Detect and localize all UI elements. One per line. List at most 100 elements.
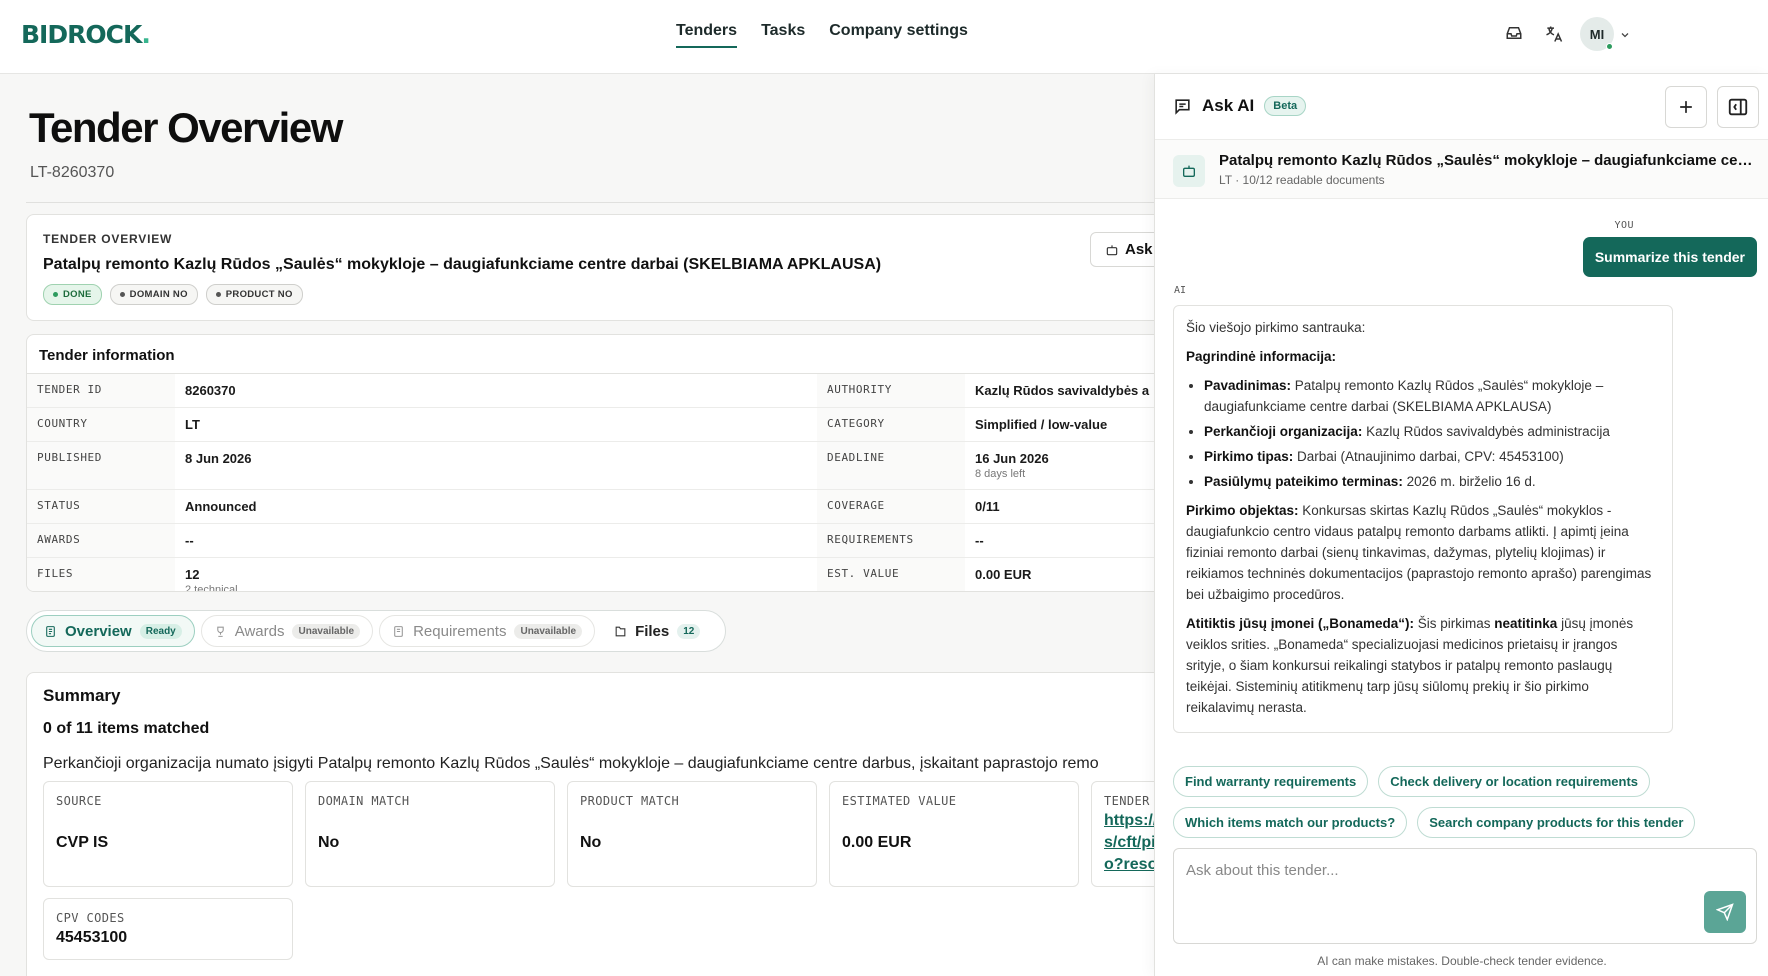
info-value: 8 Jun 2026 xyxy=(185,451,252,466)
tender-link[interactable]: https:// s/cft/pi o?reso xyxy=(1104,810,1155,876)
summary-value-card: ESTIMATED VALUE 0.00 EUR xyxy=(829,781,1079,887)
chip-search-products[interactable]: Search company products for this tender xyxy=(1417,807,1696,838)
info-grid: TENDER ID 8260370 AUTHORITY Kazlų Rūdos sav… xyxy=(27,373,1155,592)
status-badge-domain: DOMAIN NO xyxy=(109,284,198,305)
main-nav: Tenders Tasks Company settings xyxy=(676,22,968,48)
tender-overview-card: TENDER OVERVIEW Patalpų remonto Kazlų Rū… xyxy=(26,214,1155,321)
summary-product-card: PRODUCT MATCH No xyxy=(567,781,817,887)
info-heading: Tender information xyxy=(39,347,175,364)
info-value: 12 2 technical xyxy=(185,567,238,592)
inbox-icon[interactable] xyxy=(1505,24,1523,42)
nav-tenders[interactable]: Tenders xyxy=(676,22,738,48)
tender-title: Patalpų remonto Kazlų Rūdos „Saulės“ mok… xyxy=(43,256,882,273)
translate-icon[interactable] xyxy=(1544,24,1564,44)
bot-icon xyxy=(1106,244,1118,255)
trophy-icon xyxy=(216,626,224,637)
list-item: Perkančioji organizacija: Kazlų Rūdos sa… xyxy=(1204,421,1660,442)
logo[interactable]: BIDROCK. xyxy=(21,20,151,49)
tab-overview[interactable]: Overview Ready xyxy=(31,615,195,647)
you-label: YOU xyxy=(1614,220,1634,231)
summary-card: Summary 0 of 11 items matched Perkančioj… xyxy=(26,672,1155,976)
folder-icon xyxy=(615,626,626,636)
ask-ai-panel: Ask AI Beta Patalpų remonto Kazlų Rūdos … xyxy=(1154,74,1768,976)
info-key: STATUS xyxy=(27,490,175,523)
info-key: COUNTRY xyxy=(27,408,175,441)
nav-company-settings[interactable]: Company settings xyxy=(829,22,968,48)
info-row: TENDER ID 8260370 AUTHORITY Kazlų Rūdos sav… xyxy=(27,374,1155,408)
tender-information-card: Tender information TENDER ID 8260370 AUTHO… xyxy=(26,334,1155,592)
ai-response-intro: Šio viešojo pirkimo santrauka: xyxy=(1186,320,1366,335)
info-key: COVERAGE xyxy=(817,490,965,523)
info-value: Kazlų Rūdos savivaldybės a xyxy=(975,383,1150,398)
list-item: Pavadinimas: Patalpų remonto Kazlų Rūdos… xyxy=(1204,375,1660,417)
page-subtitle: LT-8260370 xyxy=(30,164,115,181)
summary-match-count: 0 of 11 items matched xyxy=(43,720,210,737)
list-item: Pasiūlymų pateikimo terminas: 2026 m. bi… xyxy=(1204,471,1660,492)
ai-response-list: Pavadinimas: Patalpų remonto Kazlų Rūdos… xyxy=(1186,375,1660,492)
tab-files[interactable]: Files 12 xyxy=(601,615,713,647)
info-value: 0.00 EUR xyxy=(975,567,1032,582)
info-key: FILES xyxy=(27,558,175,591)
info-row: FILES 12 2 technical EST. VALUE 0.00 EUR xyxy=(27,558,1155,592)
ai-response-heading: Pagrindinė informacija: xyxy=(1186,349,1337,364)
status-badge-product: PRODUCT NO xyxy=(205,284,303,305)
ai-panel-header: Ask AI Beta xyxy=(1173,96,1307,116)
info-key: AWARDS xyxy=(27,524,175,557)
list-item: Pirkimo tipas: Darbai (Atnaujinimo darba… xyxy=(1204,446,1660,467)
divider xyxy=(26,202,1155,203)
summary-domain-card: DOMAIN MATCH No xyxy=(305,781,555,887)
info-value: Announced xyxy=(185,499,257,514)
overview-eyebrow: TENDER OVERVIEW xyxy=(43,232,173,246)
top-bar: BIDROCK. Tenders Tasks Company settings … xyxy=(0,0,1768,74)
ask-input[interactable]: Ask about this tender... xyxy=(1173,848,1757,944)
beta-badge: Beta xyxy=(1264,96,1307,116)
info-row: PUBLISHED 8 Jun 2026 DEADLINE 16 Jun 2026 8 … xyxy=(27,442,1155,490)
tab-requirements[interactable]: Requirements Unavailable xyxy=(379,615,596,647)
new-chat-button[interactable] xyxy=(1665,86,1707,128)
avatar[interactable]: MI xyxy=(1580,17,1614,51)
summary-title: Summary xyxy=(43,686,121,705)
info-row: AWARDS -- REQUIREMENTS -- xyxy=(27,524,1155,558)
chat-icon xyxy=(1175,98,1190,115)
info-value: LT xyxy=(185,417,200,432)
collapse-panel-button[interactable] xyxy=(1717,86,1759,128)
info-value: -- xyxy=(975,533,984,548)
context-subtitle: LT · 10/12 readable documents xyxy=(1219,173,1385,187)
page-title: Tender Overview xyxy=(29,104,343,151)
list-icon xyxy=(394,625,403,637)
info-value: Simplified / low-value xyxy=(975,417,1108,432)
status-badges: DONE DOMAIN NO PRODUCT NO xyxy=(43,284,303,305)
tender-tabs: Overview Ready Awards Unavailable Requirem… xyxy=(26,610,726,652)
info-key: PUBLISHED xyxy=(27,442,175,489)
online-indicator xyxy=(1606,43,1613,50)
plus-icon xyxy=(1680,101,1692,113)
status-badge-done: DONE xyxy=(43,284,102,305)
info-key: AUTHORITY xyxy=(817,374,965,407)
info-key: EST. VALUE xyxy=(817,558,965,591)
ask-input-placeholder: Ask about this tender... xyxy=(1186,862,1339,879)
ai-response-fit: Atitiktis jūsų įmonei („Bonameda“): Šis … xyxy=(1186,616,1634,715)
ai-context-bar: Patalpų remonto Kazlų Rūdos „Saulės“ mok… xyxy=(1155,139,1768,199)
info-value: 0/11 xyxy=(975,499,1000,514)
panel-collapse-icon xyxy=(1728,98,1748,116)
chip-items-match[interactable]: Which items match our products? xyxy=(1173,807,1408,838)
ask-button[interactable]: Ask xyxy=(1090,232,1155,267)
tab-awards[interactable]: Awards Unavailable xyxy=(200,615,374,647)
info-value: -- xyxy=(185,533,194,548)
ai-response: Šio viešojo pirkimo santrauka: Pagrindin… xyxy=(1173,305,1673,733)
ai-response-object: Pirkimo objektas: Konkursas skirtas Kazl… xyxy=(1186,503,1652,602)
chevron-down-icon[interactable] xyxy=(1619,29,1631,41)
chip-delivery[interactable]: Check delivery or location requirements xyxy=(1378,766,1651,797)
send-button[interactable] xyxy=(1704,891,1746,933)
info-row: COUNTRY LT CATEGORY Simplified / low-value xyxy=(27,408,1155,442)
main-content: Tender Overview LT-8260370 TENDER OVERVI… xyxy=(0,74,1155,976)
info-key: CATEGORY xyxy=(817,408,965,441)
summary-cpv-card: CPV CODES 45453100 xyxy=(43,898,293,960)
ai-label: AI xyxy=(1174,285,1187,296)
ai-disclaimer: AI can make mistakes. Double-check tende… xyxy=(1317,954,1607,968)
suggestion-chips: Find warranty requirements Check deliver… xyxy=(1173,766,1763,838)
info-value: 8260370 xyxy=(185,383,236,398)
context-title: Patalpų remonto Kazlų Rūdos „Saulės“ mok… xyxy=(1219,152,1759,169)
chip-warranty[interactable]: Find warranty requirements xyxy=(1173,766,1369,797)
nav-tasks[interactable]: Tasks xyxy=(761,22,805,48)
